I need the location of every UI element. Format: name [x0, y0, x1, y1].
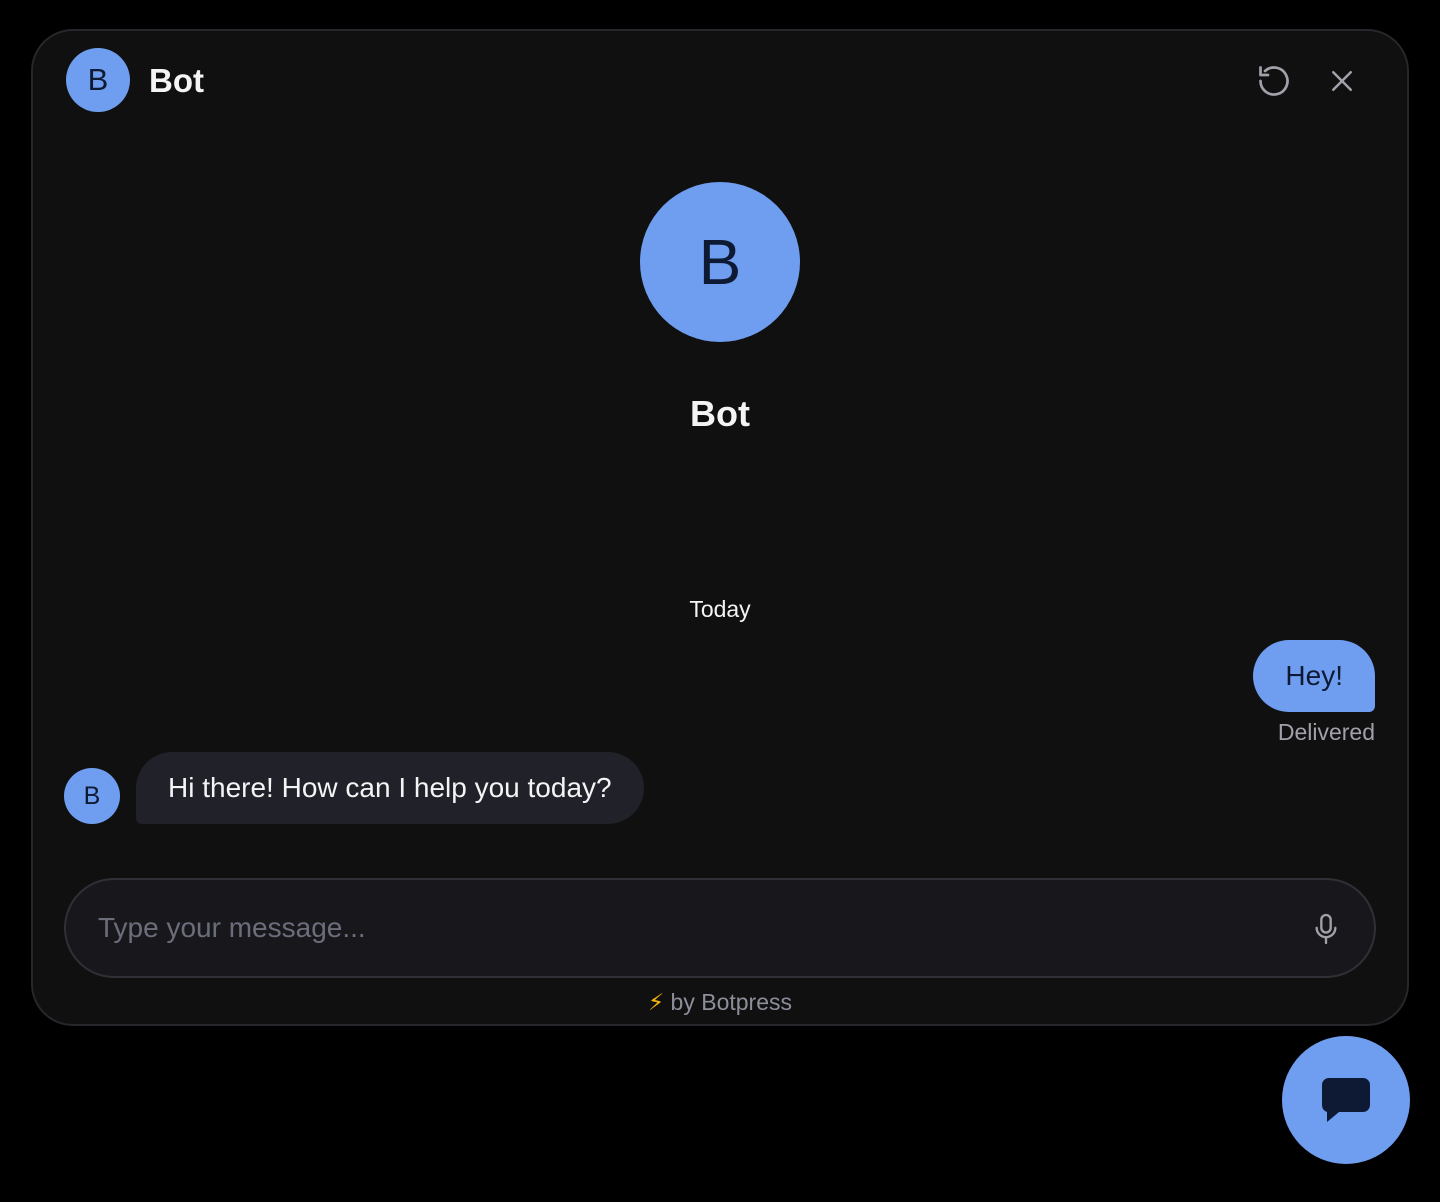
delivery-status: Delivered: [1277, 719, 1375, 745]
bot-message-avatar: B: [64, 768, 120, 824]
powered-by-text[interactable]: by Botpress: [671, 989, 792, 1015]
chat-bubble-icon: [1321, 1078, 1370, 1122]
header-avatar-initial: B: [87, 62, 109, 97]
date-divider: Today: [689, 596, 751, 622]
close-icon: [1332, 71, 1352, 91]
bot-profile-name: Bot: [690, 393, 750, 434]
header-title: Bot: [149, 62, 204, 99]
powered-by: ⚡ by Botpress: [33, 989, 1407, 1016]
bot-profile-avatar: B: [640, 182, 800, 342]
chat-toggle-button[interactable]: [1282, 1036, 1410, 1164]
bot-profile-initial: B: [698, 226, 742, 298]
refresh-button[interactable]: [1255, 62, 1293, 100]
refresh-icon: [1259, 66, 1289, 96]
user-message-text: Hey!: [1285, 660, 1343, 691]
close-button[interactable]: [1323, 62, 1361, 100]
webchat-window: B Bot B Bot Today Hey! Delivered B Hi th…: [31, 29, 1409, 1026]
bot-message-avatar-initial: B: [83, 781, 101, 810]
message-input[interactable]: [98, 904, 1278, 952]
user-message-bubble: Hey!: [1253, 640, 1375, 712]
header-avatar: B: [66, 48, 130, 112]
lightning-icon: ⚡: [648, 989, 665, 1015]
microphone-icon: [1315, 913, 1337, 945]
bot-message-bubble: Hi there! How can I help you today?: [136, 752, 644, 824]
message-composer: [64, 878, 1376, 978]
chat-header: B Bot: [33, 31, 1407, 133]
microphone-button[interactable]: [1310, 910, 1342, 948]
bot-message-text: Hi there! How can I help you today?: [168, 772, 612, 803]
